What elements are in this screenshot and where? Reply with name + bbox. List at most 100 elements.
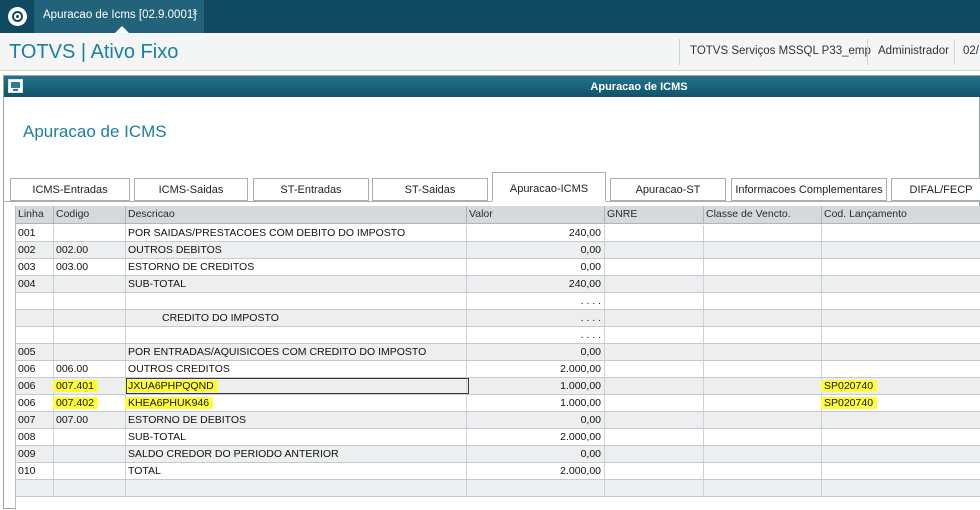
cell-classe[interactable] xyxy=(704,293,822,309)
cell-valor[interactable]: 0,00 xyxy=(467,344,605,360)
cell-codigo[interactable]: 007.401 xyxy=(54,378,126,394)
column-header-linha[interactable]: Linha xyxy=(16,206,54,224)
cell-classe[interactable] xyxy=(704,259,822,275)
cell-gnre[interactable] xyxy=(605,310,704,326)
table-row[interactable]: 005 POR ENTRADAS/AQUISICOES COM CREDITO D… xyxy=(16,344,980,361)
table-row[interactable]: 006 006.00 OUTROS CREDITOS 2.000,00 xyxy=(16,361,980,378)
tab-st-entradas[interactable]: ST-Entradas xyxy=(253,178,369,201)
tab-icms-saidas[interactable]: ICMS-Saidas xyxy=(134,178,248,201)
cell-gnre[interactable] xyxy=(605,225,704,241)
cell-descricao[interactable]: SUB-TOTAL xyxy=(126,276,467,292)
cell-valor[interactable]: 1.000,00 xyxy=(467,378,605,394)
cell-codigo[interactable] xyxy=(54,446,126,462)
column-header-codigo[interactable]: Codigo xyxy=(54,206,126,224)
cell-gnre[interactable] xyxy=(605,327,704,343)
cell-valor[interactable] xyxy=(467,480,605,496)
table-row[interactable]: 008 SUB-TOTAL 2.000,00 xyxy=(16,429,980,446)
cell-valor[interactable]: . . . . xyxy=(467,310,605,326)
cell-cod-lanc[interactable] xyxy=(822,480,980,496)
cell-codigo[interactable] xyxy=(54,429,126,445)
cell-linha[interactable] xyxy=(16,480,54,496)
cell-cod-lanc[interactable] xyxy=(822,242,980,258)
cell-cod-lanc[interactable] xyxy=(822,361,980,377)
cell-gnre[interactable] xyxy=(605,242,704,258)
cell-gnre[interactable] xyxy=(605,259,704,275)
cell-classe[interactable] xyxy=(704,242,822,258)
tab-difal-fecp[interactable]: DIFAL/FECP xyxy=(891,178,980,201)
cell-gnre[interactable] xyxy=(605,446,704,462)
cell-descricao[interactable]: OUTROS DEBITOS xyxy=(126,242,467,258)
cell-valor[interactable]: 0,00 xyxy=(467,259,605,275)
cell-gnre[interactable] xyxy=(605,412,704,428)
cell-descricao[interactable]: CREDITO DO IMPOSTO xyxy=(126,310,467,326)
cell-descricao[interactable]: POR ENTRADAS/AQUISICOES COM CREDITO DO I… xyxy=(126,344,467,360)
table-row[interactable]: 001 POR SAIDAS/PRESTACOES COM DEBITO DO I… xyxy=(16,225,980,242)
cell-cod-lanc[interactable] xyxy=(822,225,980,241)
cell-descricao[interactable]: KHEA6PHUK946 xyxy=(126,395,467,411)
table-row[interactable]: 007 007.00 ESTORNO DE DEBITOS 0,00 xyxy=(16,412,980,429)
cell-valor[interactable]: 2.000,00 xyxy=(467,429,605,445)
cell-codigo[interactable] xyxy=(54,293,126,309)
cell-classe[interactable] xyxy=(704,344,822,360)
cell-descricao[interactable]: OUTROS CREDITOS xyxy=(126,361,467,377)
cell-classe[interactable] xyxy=(704,225,822,241)
open-tab-apuracao[interactable]: Apuracao de Icms [02.9.0001] × xyxy=(34,0,204,33)
cell-linha[interactable] xyxy=(16,310,54,326)
table-row[interactable]: 003 003.00 ESTORNO DE CREDITOS 0,00 xyxy=(16,259,980,276)
tab-icms-entradas[interactable]: ICMS-Entradas xyxy=(10,178,130,201)
cell-classe[interactable] xyxy=(704,361,822,377)
cell-cod-lanc[interactable] xyxy=(822,412,980,428)
cell-codigo[interactable]: 007.00 xyxy=(54,412,126,428)
tab-apuracao-st[interactable]: Apuracao-ST xyxy=(610,178,726,201)
column-header-valor[interactable]: Valor xyxy=(467,206,605,224)
cell-valor[interactable]: 2.000,00 xyxy=(467,463,605,479)
cell-codigo[interactable] xyxy=(54,327,126,343)
cell-cod-lanc[interactable] xyxy=(822,259,980,275)
cell-linha[interactable]: 009 xyxy=(16,446,54,462)
cell-gnre[interactable] xyxy=(605,361,704,377)
cell-classe[interactable] xyxy=(704,429,822,445)
cell-gnre[interactable] xyxy=(605,480,704,496)
cell-linha[interactable]: 003 xyxy=(16,259,54,275)
cell-gnre[interactable] xyxy=(605,463,704,479)
cell-classe[interactable] xyxy=(704,310,822,326)
apuracao-grid[interactable]: Linha Codigo Descricao Valor GNRE Classe… xyxy=(15,206,980,510)
table-row[interactable]: 009 SALDO CREDOR DO PERIODO ANTERIOR 0,00 xyxy=(16,446,980,463)
cell-codigo[interactable] xyxy=(54,225,126,241)
cell-codigo[interactable]: 006.00 xyxy=(54,361,126,377)
cell-codigo[interactable]: 007.402 xyxy=(54,395,126,411)
cell-linha[interactable]: 004 xyxy=(16,276,54,292)
cell-codigo[interactable] xyxy=(54,276,126,292)
cell-descricao[interactable] xyxy=(126,327,467,343)
cell-gnre[interactable] xyxy=(605,395,704,411)
cell-codigo[interactable] xyxy=(54,310,126,326)
table-row[interactable]: 006 007.401 JXUA6PHPQQND 1.000,00 SP020740 xyxy=(16,378,980,395)
cell-linha[interactable]: 006 xyxy=(16,395,54,411)
cell-classe[interactable] xyxy=(704,395,822,411)
cell-cod-lanc[interactable] xyxy=(822,429,980,445)
cell-descricao[interactable]: POR SAIDAS/PRESTACOES COM DEBITO DO IMPO… xyxy=(126,225,467,241)
cell-gnre[interactable] xyxy=(605,378,704,394)
cell-classe[interactable] xyxy=(704,480,822,496)
cell-valor[interactable]: . . . . xyxy=(467,327,605,343)
cell-codigo[interactable]: 002.00 xyxy=(54,242,126,258)
cell-linha[interactable]: 008 xyxy=(16,429,54,445)
cell-cod-lanc[interactable] xyxy=(822,344,980,360)
cell-cod-lanc[interactable] xyxy=(822,310,980,326)
cell-codigo[interactable] xyxy=(54,480,126,496)
environment-label[interactable]: TOTVS Serviços MSSQL P33_emp xyxy=(690,45,871,57)
cell-linha[interactable]: 001 xyxy=(16,225,54,241)
cell-codigo[interactable] xyxy=(54,463,126,479)
cell-valor[interactable]: . . . . xyxy=(467,293,605,309)
column-header-classe-vencto[interactable]: Classe de Vencto. xyxy=(704,206,822,224)
table-row[interactable]: CREDITO DO IMPOSTO . . . . xyxy=(16,310,980,327)
tab-st-saidas[interactable]: ST-Saidas xyxy=(372,178,488,201)
user-label[interactable]: Administrador xyxy=(878,45,949,57)
cell-linha[interactable] xyxy=(16,293,54,309)
cell-classe[interactable] xyxy=(704,276,822,292)
cell-valor[interactable]: 0,00 xyxy=(467,412,605,428)
cell-valor[interactable]: 1.000,00 xyxy=(467,395,605,411)
cell-cod-lanc[interactable] xyxy=(822,327,980,343)
tab-apuracao-icms[interactable]: Apuracao-ICMS xyxy=(492,172,606,202)
cell-codigo[interactable]: 003.00 xyxy=(54,259,126,275)
